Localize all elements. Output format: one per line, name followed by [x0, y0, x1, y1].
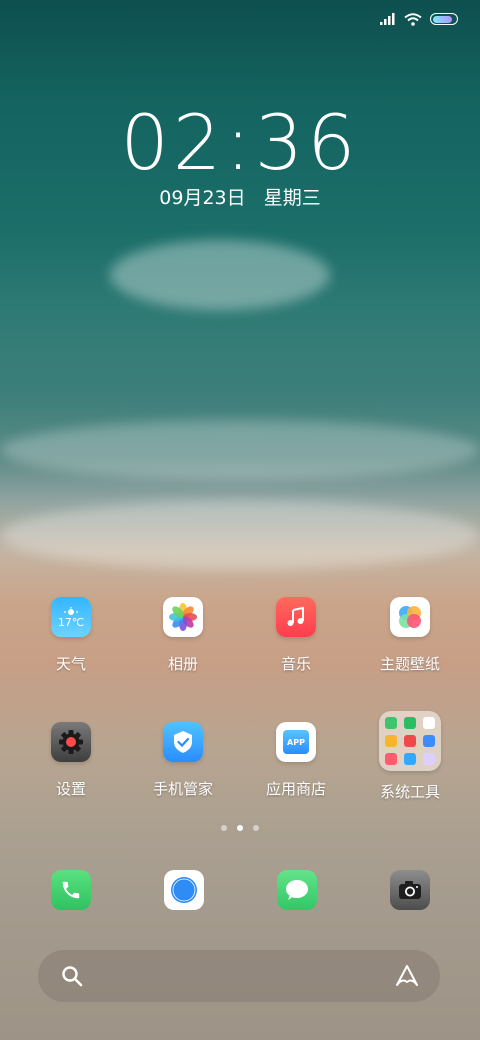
date-text: 09月23日 — [159, 187, 246, 209]
app-label: 应用商店 — [265, 780, 326, 798]
music-icon — [276, 597, 316, 637]
search-bar[interactable] — [38, 950, 440, 1002]
app-photos[interactable]: 相册 — [128, 597, 238, 674]
app-label: 设置 — [55, 780, 86, 798]
lock-clock-time: 02:36 — [120, 98, 360, 187]
app-theme-wallpaper[interactable]: 主题壁纸 — [355, 597, 465, 674]
battery-level — [432, 15, 452, 23]
weather-temp: 17℃ — [57, 615, 85, 629]
mini-app-icon — [404, 753, 416, 765]
gear-icon — [59, 730, 83, 754]
folder-icon — [379, 711, 441, 771]
page-dot[interactable] — [253, 825, 259, 831]
camera-icon — [399, 881, 421, 899]
app-settings[interactable]: 设置 — [16, 722, 126, 799]
app-weather[interactable]: 17℃ 天气 — [16, 597, 126, 674]
app-label: 相册 — [167, 655, 198, 673]
music-note-icon — [287, 606, 304, 626]
status-bar — [380, 10, 458, 28]
mini-app-icon — [385, 735, 397, 747]
page-indicator — [0, 825, 480, 831]
dock-browser[interactable] — [164, 870, 204, 910]
wave-foam — [0, 420, 480, 480]
phone-icon — [62, 881, 80, 899]
settings-gear-icon — [51, 722, 91, 762]
mini-app-icon — [404, 735, 416, 747]
app-store[interactable]: APP 应用商店 — [241, 722, 351, 799]
dock-phone[interactable] — [51, 870, 91, 910]
mini-app-icon — [423, 735, 435, 747]
signal-bars-icon — [380, 13, 395, 25]
weekday-text: 星期三 — [263, 187, 321, 209]
safari-compass-icon — [171, 877, 197, 903]
app-folder-system-tools[interactable]: 系统工具 — [355, 711, 465, 802]
app-phone-manager[interactable]: 手机管家 — [128, 722, 238, 799]
shield-check-icon — [174, 731, 192, 753]
wave-foam — [0, 500, 480, 570]
app-music[interactable]: 音乐 — [241, 597, 351, 674]
dock-camera[interactable] — [390, 870, 430, 910]
lock-clock-date: 09月23日 星期三 — [0, 183, 480, 210]
theme-wallpaper-icon — [390, 597, 430, 637]
photos-icon — [163, 597, 203, 637]
app-store-icon: APP — [276, 722, 316, 762]
mini-app-icon — [423, 717, 435, 729]
search-icon[interactable] — [60, 964, 84, 988]
app-label: 手机管家 — [152, 780, 213, 798]
photos-flower-icon — [169, 603, 197, 631]
weather-icon: 17℃ — [51, 597, 91, 637]
page-dot[interactable] — [221, 825, 227, 831]
page-dot-active[interactable] — [237, 825, 243, 831]
wifi-icon — [404, 12, 422, 26]
battery-icon — [430, 13, 458, 25]
shield-icon — [163, 722, 203, 762]
mini-app-icon — [404, 717, 416, 729]
shopping-bag-icon: APP — [283, 730, 309, 754]
mini-app-icon — [385, 717, 397, 729]
app-label: 系统工具 — [379, 783, 440, 801]
color-circles-icon — [399, 606, 421, 628]
app-label: 天气 — [55, 655, 86, 673]
dock-messages[interactable] — [277, 870, 317, 910]
app-label: 音乐 — [280, 655, 311, 673]
app-label: 主题壁纸 — [379, 655, 440, 673]
wave-foam — [110, 240, 330, 310]
messages-icon — [286, 880, 308, 900]
sun-icon — [64, 606, 78, 615]
assistant-icon[interactable] — [394, 964, 420, 988]
app-store-badge: APP — [287, 737, 305, 747]
mini-app-icon — [385, 753, 397, 765]
mini-app-icon — [423, 753, 435, 765]
